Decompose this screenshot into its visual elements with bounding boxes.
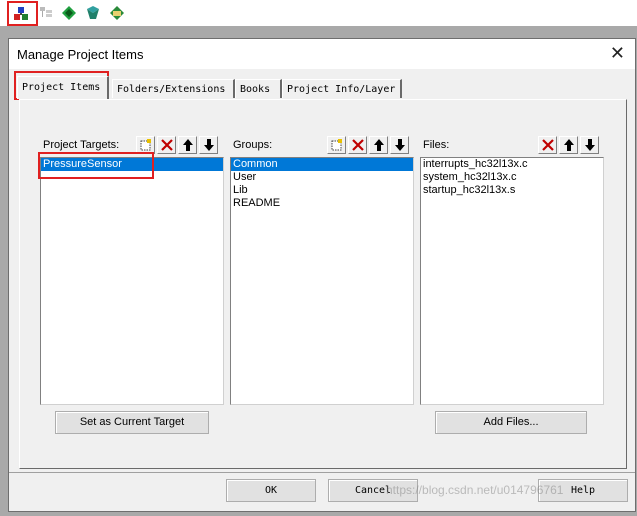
file-item[interactable]: system_hc32l13x.c [421, 171, 603, 184]
group-item-common[interactable]: Common [231, 158, 413, 171]
delete-target-button[interactable] [157, 136, 176, 154]
tab-project-info-layer[interactable]: Project Info/Layer [282, 79, 402, 98]
tab-project-items[interactable]: Project Items [17, 76, 109, 99]
targets-list[interactable]: PressureSensor [40, 157, 224, 405]
main-toolbar [0, 0, 637, 26]
batch-build-button[interactable] [58, 2, 80, 24]
watermark: https://blog.csdn.net/u014796761 [386, 483, 564, 497]
arrow-down-icon [585, 139, 595, 151]
group-item-lib[interactable]: Lib [231, 184, 413, 197]
move-target-up-button[interactable] [178, 136, 197, 154]
move-target-down-button[interactable] [199, 136, 218, 154]
delete-icon [542, 139, 554, 151]
target-highlight-box [38, 152, 154, 179]
arrow-up-icon [374, 139, 384, 151]
file-extensions-icon [40, 7, 52, 17]
files-label: Files: [423, 139, 450, 151]
footer-separator [9, 472, 635, 473]
delete-group-button[interactable] [348, 136, 367, 154]
delete-icon [161, 139, 173, 151]
files-header: Files: [420, 136, 604, 154]
move-group-down-button[interactable] [390, 136, 409, 154]
groups-header: Groups: [230, 136, 414, 154]
pack-installer-icon [110, 6, 124, 20]
group-item-readme[interactable]: README [231, 197, 413, 210]
new-item-icon [331, 139, 342, 151]
group-item-user[interactable]: User [231, 171, 413, 184]
groups-list[interactable]: Common User Lib README [230, 157, 414, 405]
arrow-up-icon [183, 139, 193, 151]
manage-project-items-dialog: Manage Project Items ✕ Project Items Fol… [8, 38, 636, 512]
set-as-current-target-button[interactable]: Set as Current Target [55, 411, 209, 434]
arrow-down-icon [204, 139, 214, 151]
delete-file-button[interactable] [538, 136, 557, 154]
move-file-up-button[interactable] [559, 136, 578, 154]
toolbar-highlight-box [7, 1, 38, 26]
add-files-button[interactable]: Add Files... [435, 411, 587, 434]
tab-books[interactable]: Books [235, 79, 282, 98]
targets-label: Project Targets: [43, 139, 120, 151]
move-file-down-button[interactable] [580, 136, 599, 154]
file-item[interactable]: interrupts_hc32l13x.c [421, 158, 603, 171]
delete-icon [352, 139, 364, 151]
pack-installer-button[interactable] [106, 2, 128, 24]
files-list[interactable]: interrupts_hc32l13x.c system_hc32l13x.c … [420, 157, 604, 405]
groups-label: Groups: [233, 139, 273, 151]
ok-button[interactable]: OK [226, 479, 316, 502]
file-item[interactable]: startup_hc32l13x.s [421, 184, 603, 197]
options-for-target-button[interactable] [82, 2, 104, 24]
file-extensions-button[interactable] [35, 2, 57, 24]
dialog-title: Manage Project Items [17, 47, 144, 62]
tab-folders-extensions[interactable]: Folders/Extensions [112, 79, 235, 98]
new-item-icon [140, 139, 151, 151]
options-for-target-icon [87, 6, 99, 19]
dialog-titlebar: Manage Project Items ✕ [9, 39, 635, 69]
arrow-down-icon [395, 139, 405, 151]
batch-build-icon [62, 6, 76, 20]
move-group-up-button[interactable] [369, 136, 388, 154]
new-group-button[interactable] [327, 136, 346, 154]
close-icon[interactable]: ✕ [610, 44, 625, 62]
arrow-up-icon [564, 139, 574, 151]
